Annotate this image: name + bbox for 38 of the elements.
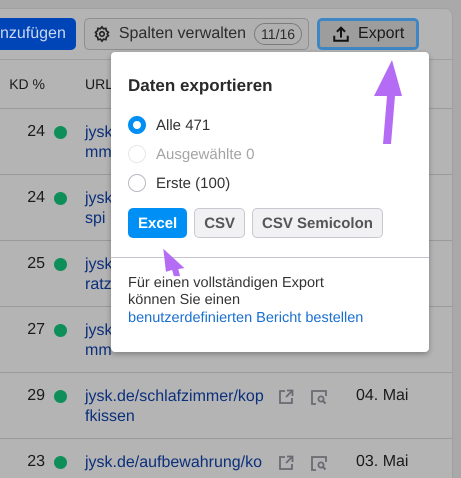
url-link[interactable]: jysk.de/aufbewahrung/ko [85,453,270,473]
kd-value: 24 [26,123,45,141]
custom-report-link[interactable]: benutzerdefinierten Bericht bestellen [128,310,364,326]
status-dot [54,258,66,271]
radio-button[interactable] [128,116,146,134]
kd-value: 23 [26,453,45,471]
column-count-badge: 11/16 [254,23,302,45]
popup-title: Daten exportieren [128,76,274,96]
status-dot [54,126,66,139]
status-dot [54,390,66,403]
add-button[interactable]: nzufügen [0,18,76,50]
manage-columns-button[interactable]: Spalten verwalten 11/16 [84,18,310,50]
kd-value: 27 [26,321,45,339]
date-text: 04. Mai [356,387,410,405]
export-note: Für einen vollständigen Export können Sie einen [128,275,325,309]
radio-option[interactable]: Alle 471 [128,116,429,134]
radio-option[interactable]: Erste (100) [128,174,429,192]
radio-button[interactable] [128,174,146,192]
column-header: KD % [8,76,45,92]
kd-value: 24 [26,189,45,207]
settings-icon [92,25,111,43]
column-header: URL [85,76,114,92]
date-text: 03. Mai [356,453,410,471]
serp-preview-icon[interactable] [311,455,327,471]
export-button[interactable]: Export [317,18,420,50]
kd-value: 29 [26,387,45,405]
external-link-icon[interactable] [278,389,294,405]
external-link-icon[interactable] [278,455,294,471]
format-button[interactable]: CSV Semicolon [252,208,383,238]
kd-value: 25 [26,255,45,273]
url-link[interactable]: jysk.de/schlafzimmer/kop fkissen [85,387,270,427]
format-button[interactable]: CSV [194,208,246,238]
upload-icon [332,25,350,43]
status-dot [54,192,66,205]
status-dot [54,324,66,337]
format-button[interactable]: Excel [128,208,188,238]
serp-preview-icon[interactable] [311,389,327,405]
status-dot [54,456,66,469]
